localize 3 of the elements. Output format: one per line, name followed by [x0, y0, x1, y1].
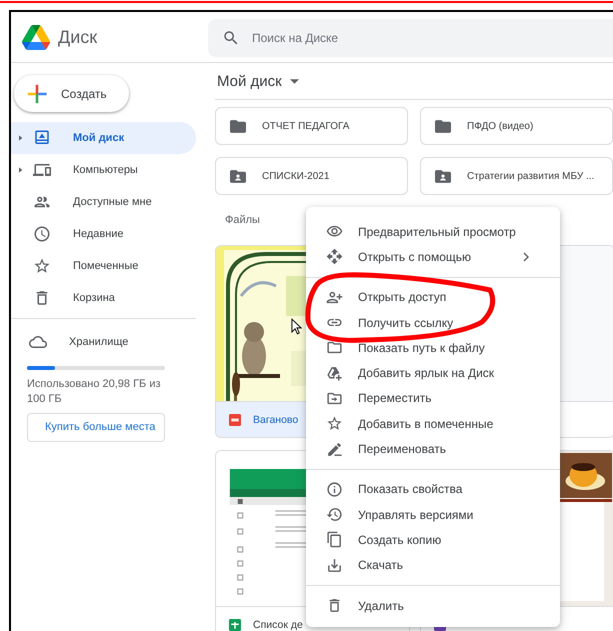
storage-usage: Использовано 20,98 ГБ из 100 ГБ [27, 377, 162, 407]
app-name: Диск [58, 26, 98, 48]
section-heading: Файлы [225, 214, 260, 226]
